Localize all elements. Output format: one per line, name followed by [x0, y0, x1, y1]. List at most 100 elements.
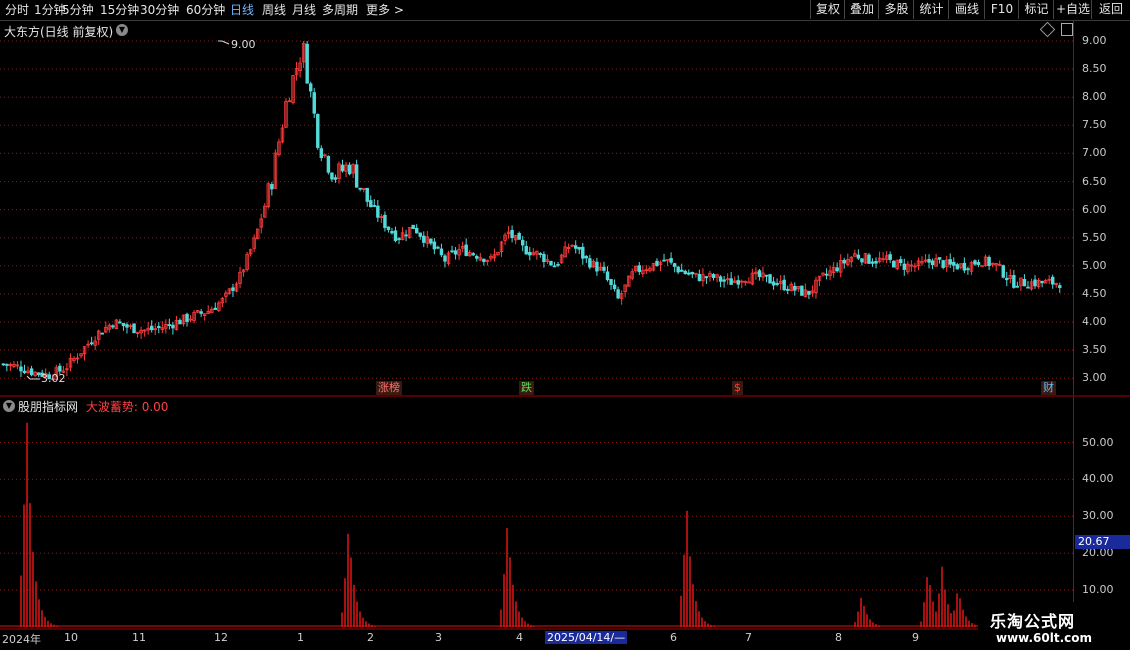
candle-body [556, 263, 560, 266]
date-tick: 2024年 [2, 633, 41, 646]
candle-body [89, 342, 94, 345]
candle-body [528, 251, 532, 256]
candle-body [422, 235, 426, 243]
candle-body [902, 263, 907, 270]
candle-body [517, 232, 521, 240]
date-tick: 2025/04/14/— [545, 631, 628, 644]
price-tick: 6.00 [1082, 202, 1107, 216]
candle-body [510, 229, 514, 239]
candle-body [118, 321, 122, 324]
date-tick: 8 [835, 631, 842, 644]
candle-body [870, 261, 875, 264]
candle-body [1026, 286, 1030, 289]
candle-body [429, 238, 433, 244]
candle-body [171, 324, 175, 329]
candle-body [326, 155, 331, 173]
current-value-badge: 20.67 [1075, 535, 1130, 549]
candle-body [58, 365, 62, 372]
high-price-label: 9.00 [231, 38, 256, 51]
candle-body [464, 244, 468, 256]
candle-body [711, 274, 716, 279]
candle-body [800, 285, 804, 296]
date-tick: 1 [297, 631, 304, 644]
candle-body [729, 278, 733, 285]
date-tick: 6 [670, 631, 677, 644]
candle-body [976, 262, 981, 265]
candle-body [683, 270, 687, 275]
price-tick: 4.50 [1082, 286, 1107, 300]
candle-body [111, 325, 115, 328]
candle-body [319, 148, 324, 159]
indicator-tick: 40.00 [1082, 472, 1114, 486]
candle-body [637, 265, 642, 273]
candle-body [22, 370, 27, 374]
candle-body [552, 265, 557, 268]
event-marker-1[interactable]: 跌 [519, 381, 534, 395]
candle-body [450, 250, 454, 253]
candle-body [704, 276, 709, 279]
candle-body [927, 259, 931, 263]
candle-body [471, 253, 475, 256]
candle-body [330, 172, 334, 180]
candle-body [316, 113, 320, 148]
candle-body [676, 266, 680, 273]
candle-body [213, 307, 218, 310]
current-value-text: 20.67 [1078, 535, 1110, 548]
candle-body [595, 261, 599, 272]
candle-body [588, 258, 592, 268]
candle-body [874, 260, 878, 264]
candle-body [414, 227, 419, 234]
price-tick: 3.00 [1082, 371, 1107, 385]
candle-body [383, 214, 387, 228]
candle-body [386, 226, 391, 230]
event-marker-0[interactable]: 涨榜 [376, 381, 402, 395]
price-tick: 9.00 [1082, 34, 1107, 47]
date-tick: 2 [367, 631, 374, 644]
candle-body [354, 164, 359, 188]
price-tick: 5.00 [1082, 258, 1107, 272]
date-tick: 4 [516, 631, 523, 644]
candle-body [36, 372, 41, 376]
candle-body [432, 241, 437, 250]
candle-body [308, 83, 313, 92]
candle-body [860, 258, 864, 263]
candle-body [1, 363, 6, 366]
indicator-tick: 10.00 [1082, 583, 1114, 597]
candle-body [574, 245, 578, 249]
candle-body [404, 234, 408, 237]
candle-body [1040, 280, 1044, 284]
indicator-tick: 50.00 [1082, 435, 1114, 449]
candle-body [775, 283, 779, 285]
candle-body [1051, 276, 1055, 285]
price-tick: 6.50 [1082, 174, 1107, 188]
candle-body [581, 246, 585, 259]
event-marker-2[interactable]: $ [732, 381, 743, 395]
candle-body [524, 245, 528, 255]
date-tick: 7 [745, 631, 752, 644]
event-marker-3[interactable]: 财 [1041, 381, 1056, 395]
candle-body [757, 270, 762, 278]
candle-body [718, 276, 723, 282]
stock-chart-canvas[interactable] [0, 0, 1130, 650]
candle-body [899, 259, 903, 264]
candle-body [747, 281, 751, 284]
candle-body [842, 259, 846, 264]
candle-body [655, 260, 659, 266]
candle-body [521, 239, 525, 246]
candle-body [439, 248, 444, 256]
candle-body [793, 285, 797, 291]
candle-body [973, 260, 977, 265]
date-tick: 9 [912, 631, 919, 644]
candle-body [835, 267, 839, 272]
candle-body [584, 255, 589, 259]
candle-body [482, 258, 486, 262]
candle-body [824, 273, 829, 276]
candle-body [121, 322, 126, 327]
candle-body [930, 260, 935, 266]
candle-body [892, 260, 896, 268]
candle-body [955, 264, 960, 270]
low-price-label: 3.02 [41, 372, 66, 385]
candle-body [1058, 285, 1062, 288]
candle-body [365, 187, 369, 202]
candle-body [372, 205, 377, 207]
